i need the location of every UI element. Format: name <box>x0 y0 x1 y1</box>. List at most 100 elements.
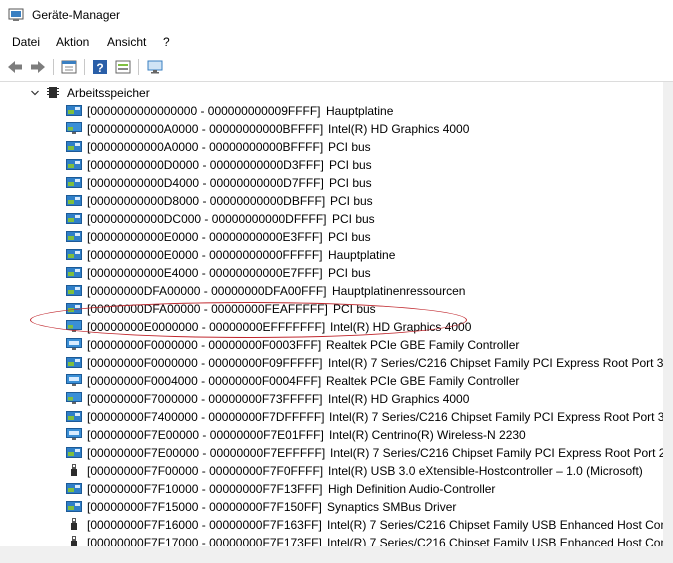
address-range: [00000000000E4000 - 00000000000E7FFF] <box>87 266 323 280</box>
svg-text:?: ? <box>96 61 103 75</box>
tree-row[interactable]: [00000000F7F10000 - 00000000F7F13FFF] Hig… <box>0 480 663 498</box>
usb-connector-icon <box>66 464 82 477</box>
tree-row[interactable]: [00000000000A0000 - 00000000000BFFFF] Int… <box>0 120 663 138</box>
tree-row[interactable]: [00000000F0000000 - 00000000F0003FFF] Rea… <box>0 336 663 354</box>
tree-row[interactable]: [00000000F7E00000 - 00000000F7E01FFF] Int… <box>0 426 663 444</box>
pci-board-icon <box>66 446 82 459</box>
show-hidden-icon[interactable] <box>114 58 132 76</box>
back-arrow-icon[interactable] <box>6 58 24 76</box>
tree-row[interactable]: [00000000F7F15000 - 00000000F7F150FF] Syn… <box>0 498 663 516</box>
tree-row[interactable]: [00000000F7F17000 - 00000000F7F173FF] Int… <box>0 534 663 546</box>
device-tree[interactable]: Arbeitsspeicher [0000000000000000 - 0000… <box>0 82 663 546</box>
address-range: [00000000000E0000 - 00000000000E3FFF] <box>87 230 323 244</box>
menu-aktion[interactable]: Aktion <box>56 35 89 49</box>
tree-row[interactable]: [00000000F7F16000 - 00000000F7F163FF] Int… <box>0 516 663 534</box>
vertical-scrollbar[interactable] <box>663 82 673 546</box>
menu-help[interactable]: ? <box>163 35 170 49</box>
address-range: [00000000F0000000 - 00000000F0003FFF] <box>87 338 322 352</box>
forward-arrow-icon[interactable] <box>29 58 47 76</box>
pci-board-icon <box>66 500 82 513</box>
address-range: [00000000F7F16000 - 00000000F7F163FF] <box>87 518 322 532</box>
help-icon[interactable]: ? <box>91 58 109 76</box>
device-name: PCI bus <box>333 302 376 316</box>
address-range: [00000000000A0000 - 00000000000BFFFF] <box>87 122 324 136</box>
tree-row[interactable]: [00000000000DC000 - 00000000000DFFFF] PCI… <box>0 210 663 228</box>
address-range: [00000000F0000000 - 00000000F09FFFFF] <box>87 356 323 370</box>
pci-board-icon <box>66 248 82 261</box>
toolbar-separator <box>84 59 85 75</box>
device-manager-icon <box>8 8 24 21</box>
device-name: Hauptplatinenressourcen <box>332 284 466 298</box>
tree-root-label: Arbeitsspeicher <box>67 86 150 100</box>
tree-row[interactable]: [0000000000000000 - 000000000009FFFF] Hau… <box>0 102 663 120</box>
device-name: Intel(R) Centrino(R) Wireless-N 2230 <box>329 428 526 442</box>
pci-board-icon <box>66 482 82 495</box>
address-range: [00000000F0004000 - 00000000F0004FFF] <box>87 374 322 388</box>
tree-row[interactable]: [00000000000A0000 - 00000000000BFFFF] PCI… <box>0 138 663 156</box>
tree-row[interactable]: [00000000000D4000 - 00000000000D7FFF] PCI… <box>0 174 663 192</box>
address-range: [00000000F7F15000 - 00000000F7F150FF] <box>87 500 322 514</box>
address-range: [00000000000D4000 - 00000000000D7FFF] <box>87 176 324 190</box>
device-name: PCI bus <box>328 230 371 244</box>
tree-row[interactable]: [00000000DFA00000 - 00000000FEAFFFFF] PCI… <box>0 300 663 318</box>
pci-board-icon <box>66 212 82 225</box>
tree-row[interactable]: [00000000000E4000 - 00000000000E7FFF] PCI… <box>0 264 663 282</box>
horizontal-scrollbar[interactable] <box>0 546 673 563</box>
device-name: PCI bus <box>332 212 375 226</box>
tree-row[interactable]: [00000000F7E00000 - 00000000F7EFFFFF] Int… <box>0 444 663 462</box>
toolbar-separator <box>138 59 139 75</box>
device-name: Intel(R) 7 Series/C216 Chipset Family PC… <box>330 446 663 460</box>
tree-row[interactable]: [00000000F7F00000 - 00000000F7F0FFFF] Int… <box>0 462 663 480</box>
tree-row[interactable]: [00000000F7400000 - 00000000F7DFFFFF] Int… <box>0 408 663 426</box>
tree-row[interactable]: [00000000000D0000 - 00000000000D3FFF] PCI… <box>0 156 663 174</box>
device-name: PCI bus <box>328 266 371 280</box>
pci-board-icon <box>66 302 82 315</box>
device-name: Intel(R) 7 Series/C216 Chipset Family PC… <box>329 410 663 424</box>
properties-icon[interactable] <box>60 58 78 76</box>
device-name: PCI bus <box>329 176 372 190</box>
title-bar: Geräte-Manager <box>0 0 673 31</box>
usb-connector-icon <box>66 536 82 546</box>
window-title: Geräte-Manager <box>32 8 121 22</box>
menu-ansicht[interactable]: Ansicht <box>107 35 146 49</box>
device-name: Hauptplatine <box>328 248 396 262</box>
address-range: [00000000E0000000 - 00000000EFFFFFFF] <box>87 320 326 334</box>
memory-chip-icon <box>47 87 59 98</box>
usb-connector-icon <box>66 518 82 531</box>
address-range: [00000000F7400000 - 00000000F7DFFFFF] <box>87 410 325 424</box>
network-adapter-icon <box>66 428 82 441</box>
pci-board-icon <box>66 140 82 153</box>
device-name: Realtek PCIe GBE Family Controller <box>326 338 520 352</box>
monitor-icon[interactable] <box>146 58 164 76</box>
tree-row[interactable]: [00000000DFA00000 - 00000000DFA00FFF] Hau… <box>0 282 663 300</box>
device-name: Realtek PCIe GBE Family Controller <box>326 374 520 388</box>
display-adapter-icon <box>66 320 82 333</box>
toolbar-separator <box>53 59 54 75</box>
address-range: [00000000000A0000 - 00000000000BFFFF] <box>87 140 324 154</box>
device-name: Hauptplatine <box>326 104 394 118</box>
tree-row[interactable]: [00000000000E0000 - 00000000000FFFFF] Hau… <box>0 246 663 264</box>
tree-row[interactable]: [00000000000D8000 - 00000000000DBFFF] PCI… <box>0 192 663 210</box>
tree-root-memory[interactable]: Arbeitsspeicher <box>0 84 663 102</box>
menu-datei[interactable]: Datei <box>12 35 40 49</box>
address-range: [00000000000DC000 - 00000000000DFFFF] <box>87 212 327 226</box>
tree-row[interactable]: [00000000F0000000 - 00000000F09FFFFF] Int… <box>0 354 663 372</box>
chevron-down-icon[interactable] <box>31 89 39 97</box>
device-name: Synaptics SMBus Driver <box>327 500 457 514</box>
pci-board-icon <box>66 176 82 189</box>
network-adapter-icon <box>66 374 82 387</box>
pci-board-icon <box>66 158 82 171</box>
address-range: [00000000F7F17000 - 00000000F7F173FF] <box>87 536 322 546</box>
device-name: Intel(R) 7 Series/C216 Chipset Family US… <box>327 536 663 546</box>
tree-row[interactable]: [00000000F0004000 - 00000000F0004FFF] Rea… <box>0 372 663 390</box>
network-adapter-icon <box>66 338 82 351</box>
address-range: [00000000DFA00000 - 00000000DFA00FFF] <box>87 284 327 298</box>
device-name: Intel(R) HD Graphics 4000 <box>330 320 472 334</box>
address-range: [00000000000D8000 - 00000000000DBFFF] <box>87 194 326 208</box>
tree-row[interactable]: [00000000F7000000 - 00000000F73FFFFF] Int… <box>0 390 663 408</box>
menu-bar: Datei Aktion Ansicht ? <box>0 32 673 52</box>
tree-row[interactable]: [00000000E0000000 - 00000000EFFFFFFF] Int… <box>0 318 663 336</box>
pci-board-icon <box>66 266 82 279</box>
display-adapter-icon <box>66 122 82 135</box>
tree-row[interactable]: [00000000000E0000 - 00000000000E3FFF] PCI… <box>0 228 663 246</box>
